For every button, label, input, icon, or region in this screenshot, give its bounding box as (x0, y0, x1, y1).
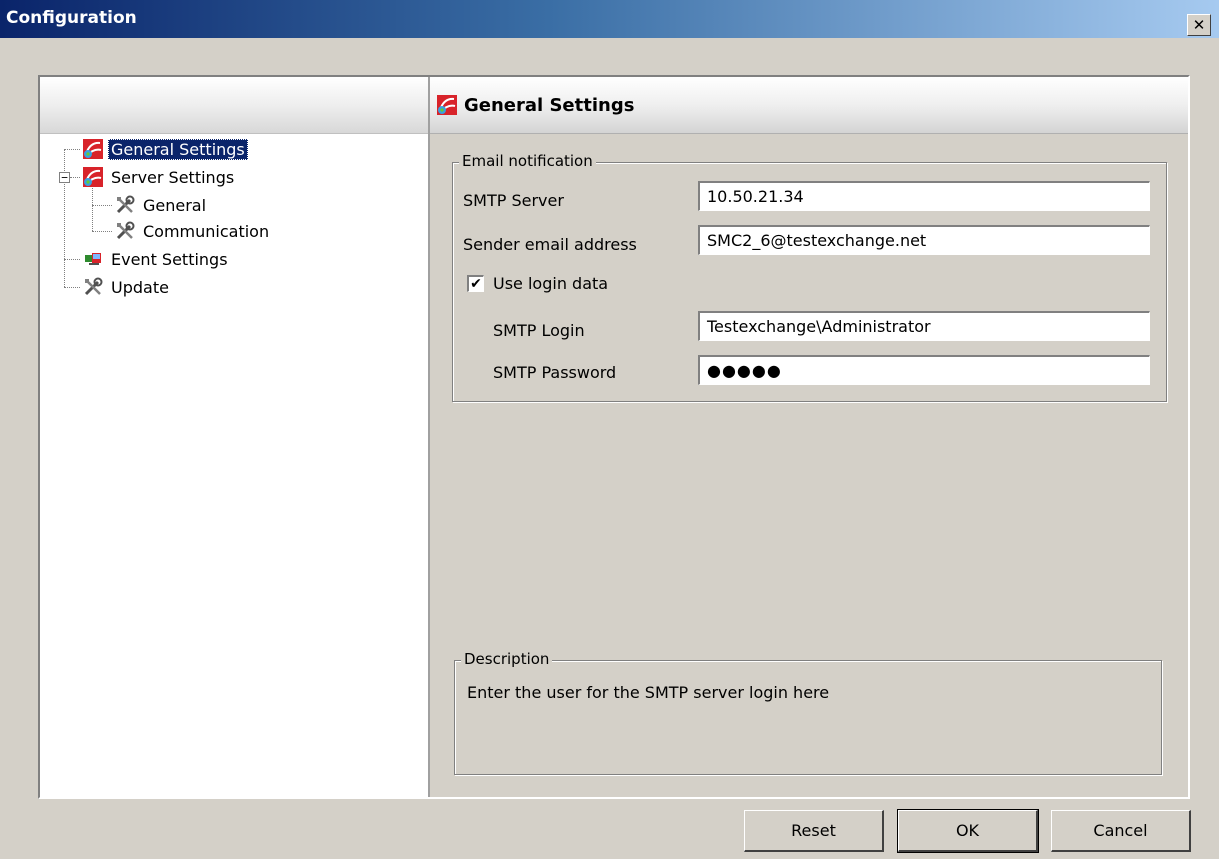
smtp-password-label: SMTP Password (493, 363, 617, 382)
smtp-login-label: SMTP Login (493, 321, 585, 340)
checkmark-icon: ✔ (470, 276, 482, 292)
description-text: Enter the user for the SMTP server login… (467, 683, 830, 702)
tree-item-event-settings[interactable]: Event Settings (82, 247, 231, 271)
tree-connector (64, 149, 80, 150)
cancel-button[interactable]: Cancel (1051, 810, 1191, 852)
tools-icon (82, 276, 104, 298)
tree-item-server-communication[interactable]: Communication (114, 219, 272, 243)
tools-icon (114, 220, 136, 242)
tree-item-update[interactable]: Update (82, 275, 172, 299)
tree-item-general-settings[interactable]: General Settings (82, 137, 248, 161)
email-notification-legend: Email notification (459, 152, 596, 170)
sender-email-label: Sender email address (463, 235, 637, 254)
settings-content-panel: General Settings Email notification SMTP… (430, 77, 1188, 797)
smc-app-icon (82, 166, 104, 188)
title-bar[interactable]: Configuration ✕ (0, 0, 1219, 38)
smtp-login-input[interactable]: Testexchange\Administrator (698, 311, 1150, 341)
tree-item-server-general[interactable]: General (114, 193, 209, 217)
navigation-tree-panel: − General Settings Server Settings Gener… (40, 77, 430, 797)
tree-connector (70, 177, 80, 178)
smtp-password-input[interactable]: ●●●●● (698, 355, 1150, 385)
tree-connector (64, 259, 80, 260)
tree-item-label: Server Settings (111, 167, 235, 187)
window-title: Configuration (6, 8, 137, 28)
tree-header (40, 77, 428, 134)
tree-item-label: General Settings (108, 138, 248, 160)
close-button[interactable]: ✕ (1187, 14, 1211, 36)
configuration-window: Configuration ✕ − General Settings Serve… (0, 0, 1219, 859)
tree-item-label: General (143, 195, 207, 215)
tree-connector (64, 149, 65, 287)
smtp-server-input[interactable]: 10.50.21.34 (698, 181, 1150, 211)
sender-email-input[interactable]: SMC2_6@testexchange.net (698, 225, 1150, 255)
event-icon (82, 248, 104, 270)
tree-connector (92, 231, 112, 232)
tree-item-label: Update (111, 277, 169, 297)
main-frame: − General Settings Server Settings Gener… (38, 75, 1190, 799)
smtp-server-label: SMTP Server (463, 191, 564, 210)
use-login-data-label: Use login data (493, 274, 609, 293)
email-notification-group: Email notification SMTP Server 10.50.21.… (452, 152, 1167, 402)
tree-connector (92, 205, 112, 206)
tree-item-server-settings[interactable]: Server Settings (82, 165, 237, 189)
tree-connector (92, 185, 93, 231)
ok-button[interactable]: OK (897, 809, 1039, 853)
description-legend: Description (461, 650, 553, 668)
tree-item-label: Event Settings (111, 249, 228, 269)
use-login-data-checkbox[interactable]: ✔ (467, 275, 484, 292)
tree-item-label: Communication (143, 221, 270, 241)
close-icon: ✕ (1192, 16, 1206, 34)
reset-button[interactable]: Reset (744, 810, 884, 852)
server-settings-collapse-toggle[interactable]: − (59, 172, 70, 183)
page-title: General Settings (464, 94, 635, 116)
navigation-tree[interactable]: − General Settings Server Settings Gener… (40, 135, 428, 795)
tree-connector (64, 287, 80, 288)
smc-app-icon (82, 138, 104, 160)
description-group: Description Enter the user for the SMTP … (454, 650, 1162, 775)
content-header: General Settings (430, 77, 1188, 134)
tools-icon (114, 194, 136, 216)
smc-app-icon (436, 94, 458, 116)
